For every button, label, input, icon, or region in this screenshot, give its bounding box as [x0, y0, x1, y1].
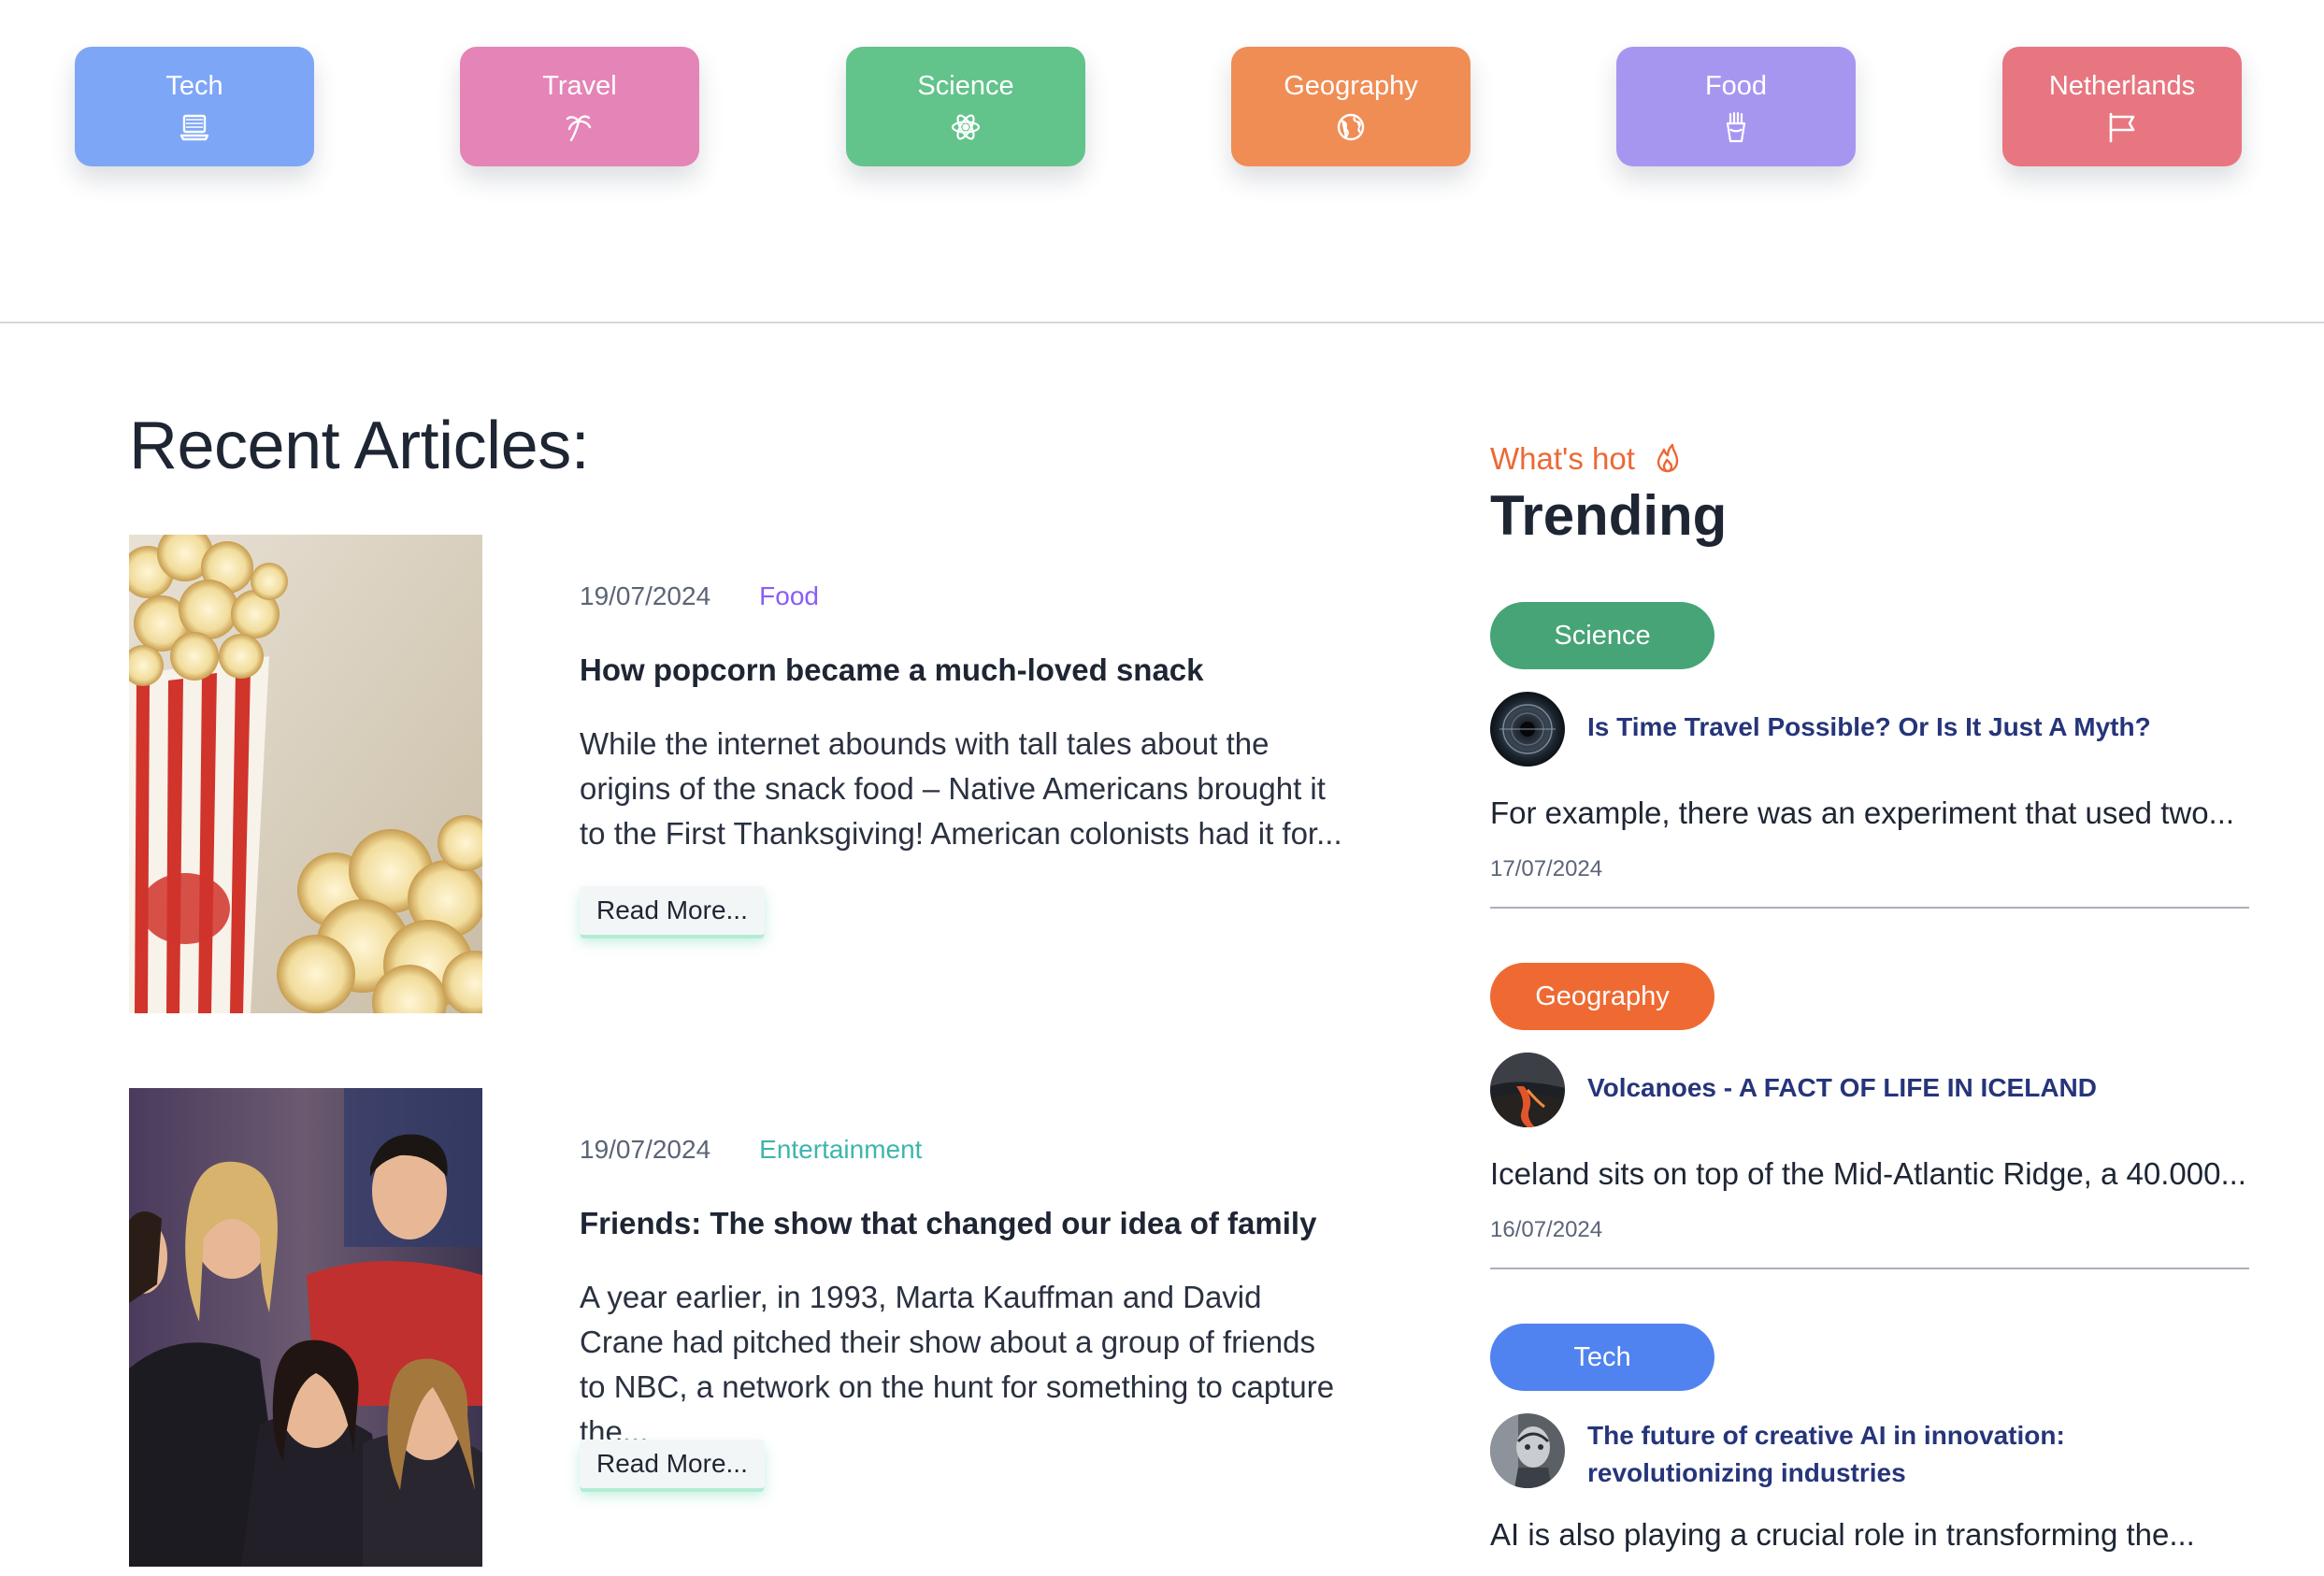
category-nav: Tech Travel Science Geography Food Nethe…: [0, 0, 2324, 323]
trending-category-pill[interactable]: Geography: [1490, 963, 1714, 1030]
flag-icon: [2103, 108, 2141, 146]
article-excerpt: While the internet abounds with tall tal…: [580, 726, 1342, 851]
article-meta: 19/07/2024 Entertainment: [580, 1133, 922, 1167]
article-card: 19/07/2024 Food How popcorn became a much…: [129, 535, 1344, 1013]
trending-article-excerpt: For example, there was an experiment tha…: [1490, 795, 2235, 830]
category-label: Travel: [542, 71, 617, 101]
category-label: Netherlands: [2048, 71, 2196, 101]
read-more-button[interactable]: Read More...: [580, 1440, 765, 1488]
category-label: Tech: [165, 71, 223, 101]
article-title[interactable]: Friends: The show that changed our idea …: [580, 1204, 1346, 1243]
category-label: Science: [917, 71, 1014, 101]
category-tile-food[interactable]: Food: [1616, 47, 1856, 166]
article-date: 19/07/2024: [580, 581, 711, 610]
volcano-thumbnail[interactable]: [1490, 1053, 1565, 1127]
read-more-button[interactable]: Read More...: [580, 886, 765, 935]
trending-article-excerpt: AI is also playing a crucial role in tra…: [1490, 1517, 2195, 1552]
category-tile-tech[interactable]: Tech: [75, 47, 314, 166]
article-meta: 19/07/2024 Food: [580, 580, 819, 613]
fries-icon: [1717, 108, 1755, 146]
trending-article-title[interactable]: The future of creative AI in innovation:…: [1587, 1417, 2242, 1492]
category-label: Food: [1704, 71, 1768, 101]
divider: [1490, 1268, 2249, 1269]
trending-category-pill[interactable]: Science: [1490, 602, 1714, 669]
trending-article-date: 17/07/2024: [1490, 856, 1603, 881]
trending-article-title[interactable]: Volcanoes - A FACT OF LIFE IN ICELAND: [1587, 1069, 2242, 1107]
ai-robot-thumbnail[interactable]: [1490, 1413, 1565, 1488]
wormhole-thumbnail[interactable]: [1490, 692, 1565, 767]
category-tile-science[interactable]: Science: [846, 47, 1085, 166]
trending-heading: Trending: [1490, 484, 1728, 547]
category-tile-geography[interactable]: Geography: [1231, 47, 1470, 166]
friends-cast-photo[interactable]: [129, 1088, 482, 1567]
palm-tree-icon: [561, 108, 598, 146]
article-excerpt: A year earlier, in 1993, Marta Kauffman …: [580, 1280, 1335, 1449]
article-category-link[interactable]: Food: [759, 581, 819, 610]
whats-hot-label: What's hot: [1490, 439, 1682, 479]
recent-articles-heading: Recent Articles:: [129, 408, 590, 483]
article-category-link[interactable]: Entertainment: [759, 1135, 922, 1164]
globe-icon: [1332, 108, 1370, 146]
atom-icon: [947, 108, 984, 146]
trending-article-excerpt: Iceland sits on top of the Mid-Atlantic …: [1490, 1156, 2246, 1191]
trending-category-pill[interactable]: Tech: [1490, 1324, 1714, 1391]
article-card: 19/07/2024 Entertainment Friends: The sho…: [129, 1088, 1344, 1567]
divider: [1490, 907, 2249, 909]
flame-icon: [1657, 443, 1679, 473]
category-label: Geography: [1284, 71, 1418, 101]
popcorn-photo[interactable]: [129, 535, 482, 1013]
trending-article-date: 16/07/2024: [1490, 1217, 1603, 1242]
trending-article-title[interactable]: Is Time Travel Possible? Or Is It Just A…: [1587, 709, 2242, 746]
whats-hot-text: What's hot: [1490, 441, 1635, 476]
article-title[interactable]: How popcorn became a much-loved snack: [580, 651, 1346, 690]
laptop-icon: [176, 108, 213, 146]
category-tile-travel[interactable]: Travel: [460, 47, 699, 166]
category-tile-netherlands[interactable]: Netherlands: [2002, 47, 2242, 166]
article-date: 19/07/2024: [580, 1135, 711, 1164]
